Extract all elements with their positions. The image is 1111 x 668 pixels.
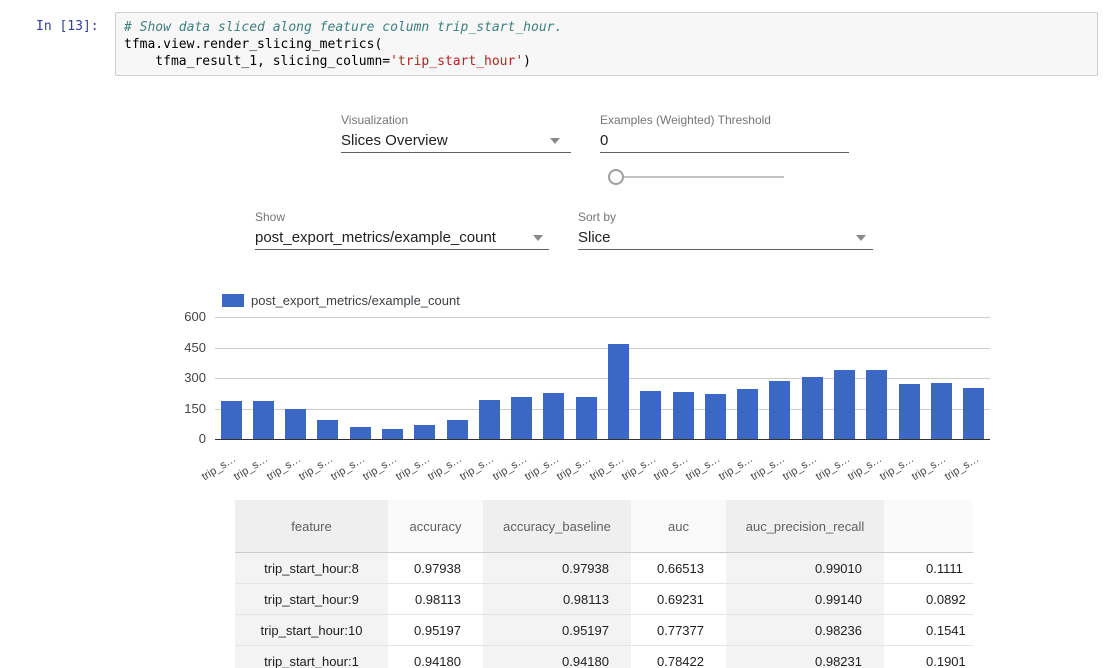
- metric-cell: 0.1901: [884, 646, 973, 668]
- chevron-down-icon[interactable]: [856, 235, 866, 241]
- metric-cell: 0.97938: [483, 553, 631, 584]
- bar[interactable]: [802, 377, 823, 439]
- column-header[interactable]: average_los: [884, 500, 973, 553]
- bar[interactable]: [899, 384, 920, 439]
- threshold-underline: [600, 152, 849, 153]
- metric-cell: 0.1541: [884, 615, 973, 646]
- cell-prompt: In [13]:: [36, 19, 108, 34]
- table-row[interactable]: trip_start_hour:100.951970.951970.773770…: [235, 615, 973, 646]
- feature-cell: trip_start_hour:10: [235, 615, 388, 646]
- bar[interactable]: [317, 420, 338, 439]
- sort-by-dropdown[interactable]: Slice: [578, 229, 611, 246]
- feature-cell: trip_start_hour:8: [235, 553, 388, 584]
- bar[interactable]: [447, 420, 468, 439]
- table-row[interactable]: trip_start_hour:80.979380.979380.665130.…: [235, 553, 973, 584]
- code-comment: # Show data sliced along feature column …: [124, 20, 562, 35]
- code-line-2: tfma.view.render_slicing_metrics(: [124, 37, 382, 52]
- metric-cell: 0.97938: [388, 553, 483, 584]
- bar[interactable]: [382, 429, 403, 439]
- metric-cell: 0.77377: [631, 615, 726, 646]
- bar[interactable]: [511, 397, 532, 439]
- metric-cell: 0.1111: [884, 553, 973, 584]
- metric-cell: 0.94180: [388, 646, 483, 668]
- visualization-label: Visualization: [341, 113, 408, 127]
- chevron-down-icon[interactable]: [550, 138, 560, 144]
- legend-swatch: [222, 294, 244, 307]
- bar[interactable]: [963, 388, 984, 439]
- metric-cell: 0.99140: [726, 584, 884, 615]
- metric-cell: 0.94180: [483, 646, 631, 668]
- bar[interactable]: [543, 393, 564, 439]
- code-cell[interactable]: # Show data sliced along feature column …: [115, 12, 1098, 76]
- y-axis-tick-label: 150: [160, 401, 206, 416]
- column-header[interactable]: auc: [631, 500, 726, 553]
- table-row[interactable]: trip_start_hour:10.941800.941800.784220.…: [235, 646, 973, 668]
- bar[interactable]: [221, 401, 242, 439]
- code-line-3-close: ): [523, 54, 531, 69]
- x-axis-line: [215, 439, 990, 440]
- column-header[interactable]: accuracy_baseline: [483, 500, 631, 553]
- metric-cell: 0.98113: [388, 584, 483, 615]
- bar[interactable]: [285, 409, 306, 439]
- bar[interactable]: [414, 425, 435, 439]
- sort-by-label: Sort by: [578, 210, 616, 224]
- threshold-slider-track[interactable]: [617, 176, 784, 178]
- bar[interactable]: [350, 427, 371, 439]
- bar[interactable]: [834, 370, 855, 439]
- legend-label: post_export_metrics/example_count: [251, 293, 460, 308]
- bar[interactable]: [673, 392, 694, 439]
- y-axis-tick-label: 600: [160, 309, 206, 324]
- metric-cell: 0.99010: [726, 553, 884, 584]
- visualization-dropdown[interactable]: Slices Overview: [341, 132, 448, 149]
- show-label: Show: [255, 210, 285, 224]
- threshold-input[interactable]: 0: [600, 132, 608, 149]
- bar[interactable]: [705, 394, 726, 439]
- column-header[interactable]: auc_precision_recall: [726, 500, 884, 553]
- code-line-3: tfma_result_1, slicing_column=: [124, 54, 390, 69]
- metric-cell: 0.95197: [388, 615, 483, 646]
- feature-cell: trip_start_hour:1: [235, 646, 388, 668]
- gridline: [215, 317, 990, 318]
- visualization-underline: [341, 152, 571, 153]
- sort-underline: [578, 249, 873, 250]
- metrics-table: featureaccuracyaccuracy_baselineaucauc_p…: [235, 500, 973, 668]
- metric-cell: 0.98231: [726, 646, 884, 668]
- metric-cell: 0.66513: [631, 553, 726, 584]
- threshold-slider-handle[interactable]: [608, 169, 624, 185]
- bar[interactable]: [608, 344, 629, 439]
- show-underline: [255, 249, 549, 250]
- gridline: [215, 348, 990, 349]
- bar[interactable]: [769, 381, 790, 439]
- bar[interactable]: [253, 401, 274, 439]
- table-row[interactable]: trip_start_hour:90.981130.981130.692310.…: [235, 584, 973, 615]
- feature-cell: trip_start_hour:9: [235, 584, 388, 615]
- column-header[interactable]: feature: [235, 500, 388, 553]
- metric-cell: 0.69231: [631, 584, 726, 615]
- metrics-table-container: featureaccuracyaccuracy_baselineaucauc_p…: [235, 500, 973, 668]
- bar[interactable]: [931, 383, 952, 439]
- bar[interactable]: [640, 391, 661, 439]
- metric-cell: 0.0892: [884, 584, 973, 615]
- show-dropdown[interactable]: post_export_metrics/example_count: [255, 229, 496, 246]
- y-axis-tick-label: 300: [160, 370, 206, 385]
- threshold-label: Examples (Weighted) Threshold: [600, 113, 771, 127]
- metric-cell: 0.78422: [631, 646, 726, 668]
- metric-cell: 0.98236: [726, 615, 884, 646]
- code-string: 'trip_start_hour': [390, 54, 523, 69]
- metric-cell: 0.95197: [483, 615, 631, 646]
- bar[interactable]: [576, 397, 597, 439]
- chevron-down-icon[interactable]: [533, 235, 543, 241]
- bar[interactable]: [866, 370, 887, 439]
- notebook-page: In [13]: # Show data sliced along featur…: [0, 0, 1111, 668]
- bar[interactable]: [737, 389, 758, 439]
- column-header[interactable]: accuracy: [388, 500, 483, 553]
- metric-cell: 0.98113: [483, 584, 631, 615]
- y-axis-tick-label: 0: [160, 431, 206, 446]
- bar[interactable]: [479, 400, 500, 439]
- y-axis-tick-label: 450: [160, 340, 206, 355]
